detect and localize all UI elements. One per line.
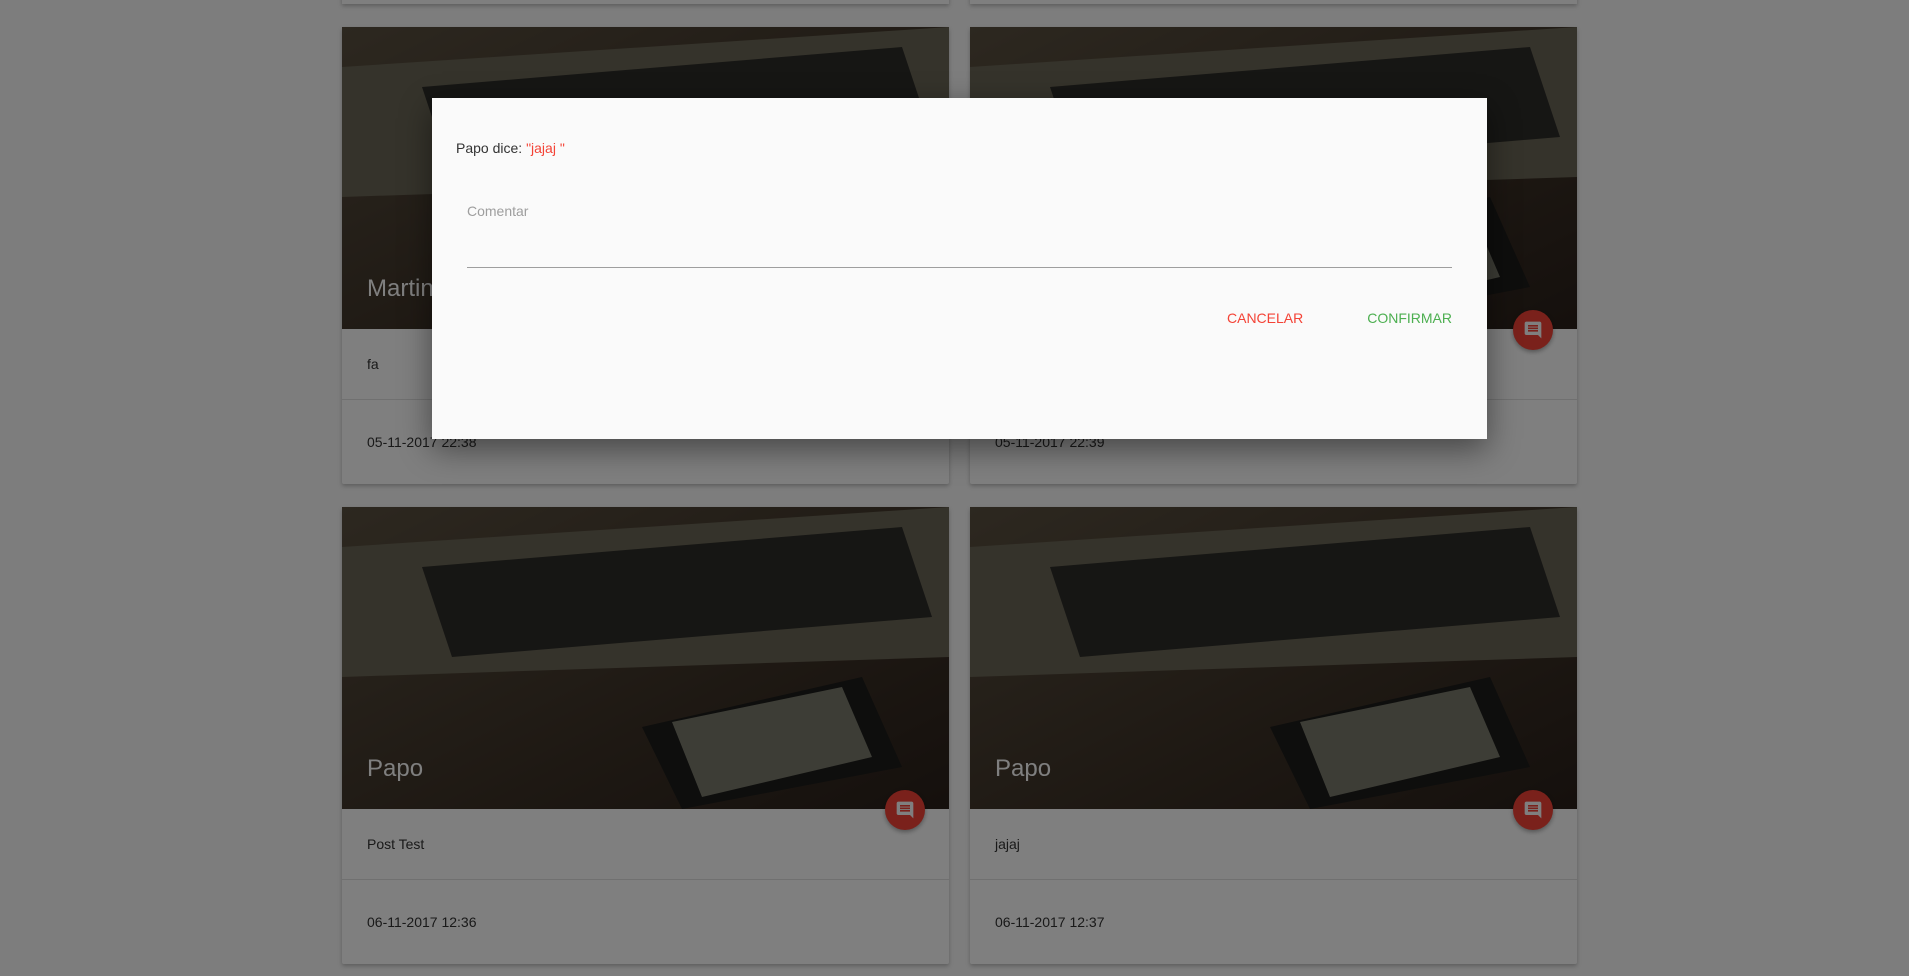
dialog-quote: "jajaj " bbox=[526, 140, 565, 156]
comment-dialog: Papo dice: "jajaj " Comentar CANCELAR CO… bbox=[432, 98, 1487, 439]
cancel-button[interactable]: CANCELAR bbox=[1227, 310, 1303, 326]
dialog-header: Papo dice: "jajaj " bbox=[456, 140, 565, 156]
comment-field[interactable]: Comentar bbox=[467, 203, 1456, 268]
confirm-button[interactable]: CONFIRMAR bbox=[1367, 310, 1452, 326]
comment-input[interactable] bbox=[467, 245, 1456, 263]
page: Martin fa 05-11-2017 22:38 bbox=[0, 0, 1909, 976]
dialog-says-label: dice: bbox=[492, 140, 523, 156]
comment-field-label: Comentar bbox=[467, 203, 529, 219]
dialog-author: Papo bbox=[456, 140, 489, 156]
